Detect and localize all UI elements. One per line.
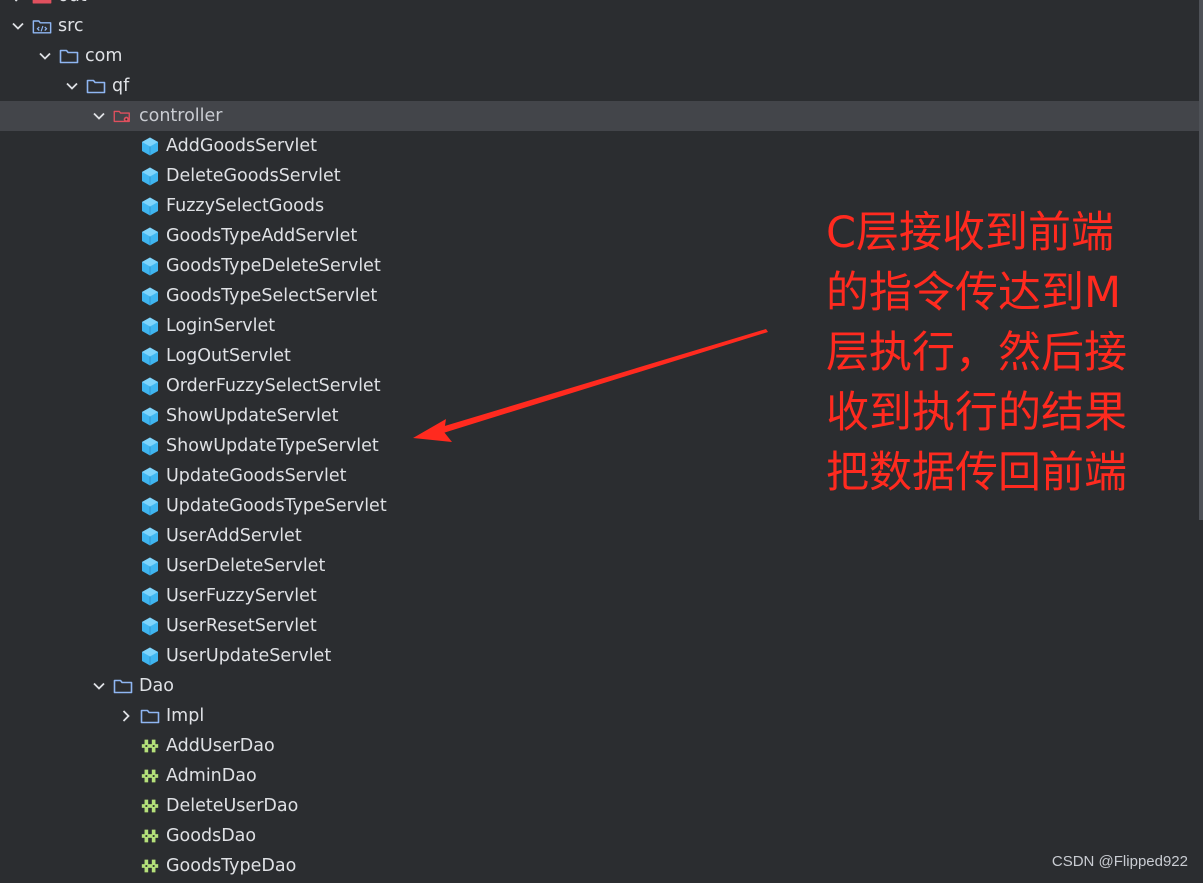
- tree-row[interactable]: DeleteGoodsServlet: [0, 161, 1199, 191]
- tree-item-label: GoodsTypeDao: [166, 856, 297, 876]
- class-icon: [140, 407, 160, 426]
- class-icon: [140, 167, 160, 186]
- tree-item-label: GoodsTypeSelectServlet: [166, 286, 378, 306]
- tree-row[interactable]: GoodsDao: [0, 821, 1199, 851]
- scrollbar[interactable]: [1199, 0, 1203, 520]
- class-icon: [140, 497, 160, 516]
- tree-row[interactable]: Dao: [0, 671, 1199, 701]
- chevron-right-icon[interactable]: [11, 0, 25, 3]
- class-icon: [140, 227, 160, 246]
- tree-row[interactable]: com: [0, 41, 1199, 71]
- tree-item-label: controller: [139, 106, 223, 126]
- tree-item-label: GoodsDao: [166, 826, 257, 846]
- tree-item-label: UserDeleteServlet: [166, 556, 326, 576]
- annotation-line: 层执行，然后接: [826, 328, 1127, 378]
- tree-row[interactable]: GoodsTypeDao: [0, 851, 1199, 881]
- tree-row[interactable]: qf: [0, 71, 1199, 101]
- tree-item-label: UserAddServlet: [166, 526, 302, 546]
- class-icon: [140, 377, 160, 396]
- class-icon: [140, 587, 160, 606]
- tree-item-label: GoodsTypeAddServlet: [166, 226, 358, 246]
- tree-item-label: qf: [112, 76, 130, 96]
- interface-icon: [140, 767, 160, 785]
- annotation-line: C层接收到前端: [826, 208, 1115, 258]
- chevron-down-icon[interactable]: [11, 19, 25, 33]
- tree-item-label: FuzzySelectGoods: [166, 196, 325, 216]
- interface-icon: [140, 827, 160, 845]
- chevron-down-icon[interactable]: [92, 109, 106, 123]
- tree-item-label: UpdateGoodsServlet: [166, 466, 347, 486]
- tree-item-label: AddUserDao: [166, 736, 275, 756]
- folder-icon: [86, 77, 106, 95]
- tree-row[interactable]: DeleteUserDao: [0, 791, 1199, 821]
- tree-item-label: UserFuzzyServlet: [166, 586, 317, 606]
- watermark: CSDN @Flipped922: [1051, 853, 1188, 870]
- class-icon: [140, 347, 160, 366]
- chevron-right-icon[interactable]: [119, 709, 133, 723]
- tree-row[interactable]: AdminDao: [0, 761, 1199, 791]
- tree-item-label: UpdateGoodsTypeServlet: [166, 496, 387, 516]
- annotation-text: C层接收到前端 的指令传达到M 层执行，然后接 收到执行的结果 把数据传回前端: [826, 203, 1186, 503]
- tree-item-label: out: [58, 0, 87, 11]
- tree-item-label: AdminDao: [166, 766, 257, 786]
- chevron-down-icon[interactable]: [65, 79, 79, 93]
- tree-item-label: Dao: [139, 676, 174, 696]
- tree-item-label: com: [85, 46, 123, 66]
- class-icon: [140, 437, 160, 456]
- source-folder-icon: [32, 17, 52, 35]
- class-icon: [140, 647, 160, 666]
- interface-icon: [140, 857, 160, 875]
- folder-icon: [59, 47, 79, 65]
- tree-item-label: LogOutServlet: [166, 346, 291, 366]
- class-icon: [140, 467, 160, 486]
- tree-row[interactable]: UserUpdateServlet: [0, 641, 1199, 671]
- class-icon: [140, 617, 160, 636]
- tree-item-label: AddGoodsServlet: [166, 136, 317, 156]
- tree-row[interactable]: AddGoodsServlet: [0, 131, 1199, 161]
- tree-item-label: Impl: [166, 706, 205, 726]
- annotation-line: 的指令传达到M: [826, 268, 1122, 318]
- interface-icon: [140, 797, 160, 815]
- chevron-down-icon[interactable]: [38, 49, 52, 63]
- tree-item-label: ShowUpdateServlet: [166, 406, 339, 426]
- folder-icon: [140, 707, 160, 725]
- class-icon: [140, 137, 160, 156]
- package-folder-icon: [113, 107, 133, 125]
- tree-row[interactable]: UserFuzzyServlet: [0, 581, 1199, 611]
- tree-item-label: UserResetServlet: [166, 616, 317, 636]
- tree-item-label: DeleteGoodsServlet: [166, 166, 341, 186]
- class-icon: [140, 197, 160, 216]
- tree-row[interactable]: controller: [0, 101, 1199, 131]
- tree-item-label: LoginServlet: [166, 316, 276, 336]
- class-icon: [140, 317, 160, 336]
- tree-item-label: GoodsTypeDeleteServlet: [166, 256, 381, 276]
- tree-item-label: ShowUpdateTypeServlet: [166, 436, 379, 456]
- annotation-line: 收到执行的结果: [826, 388, 1127, 438]
- annotation-line: 把数据传回前端: [826, 448, 1127, 498]
- class-icon: [140, 257, 160, 276]
- tree-row[interactable]: UserResetServlet: [0, 611, 1199, 641]
- class-icon: [140, 287, 160, 306]
- class-icon: [140, 557, 160, 576]
- tree-row[interactable]: UserAddServlet: [0, 521, 1199, 551]
- folder-icon: [113, 677, 133, 695]
- output-folder-icon: [32, 0, 52, 5]
- tree-item-label: UserUpdateServlet: [166, 646, 332, 666]
- tree-item-label: DeleteUserDao: [166, 796, 299, 816]
- class-icon: [140, 527, 160, 546]
- tree-item-label: OrderFuzzySelectServlet: [166, 376, 381, 396]
- tree-row[interactable]: AddUserDao: [0, 731, 1199, 761]
- tree-row[interactable]: UserDeleteServlet: [0, 551, 1199, 581]
- interface-icon: [140, 737, 160, 755]
- tree-row[interactable]: src: [0, 11, 1199, 41]
- tree-row[interactable]: Impl: [0, 701, 1199, 731]
- tree-item-label: src: [58, 16, 84, 36]
- chevron-down-icon[interactable]: [92, 679, 106, 693]
- tree-row[interactable]: out: [0, 0, 1199, 11]
